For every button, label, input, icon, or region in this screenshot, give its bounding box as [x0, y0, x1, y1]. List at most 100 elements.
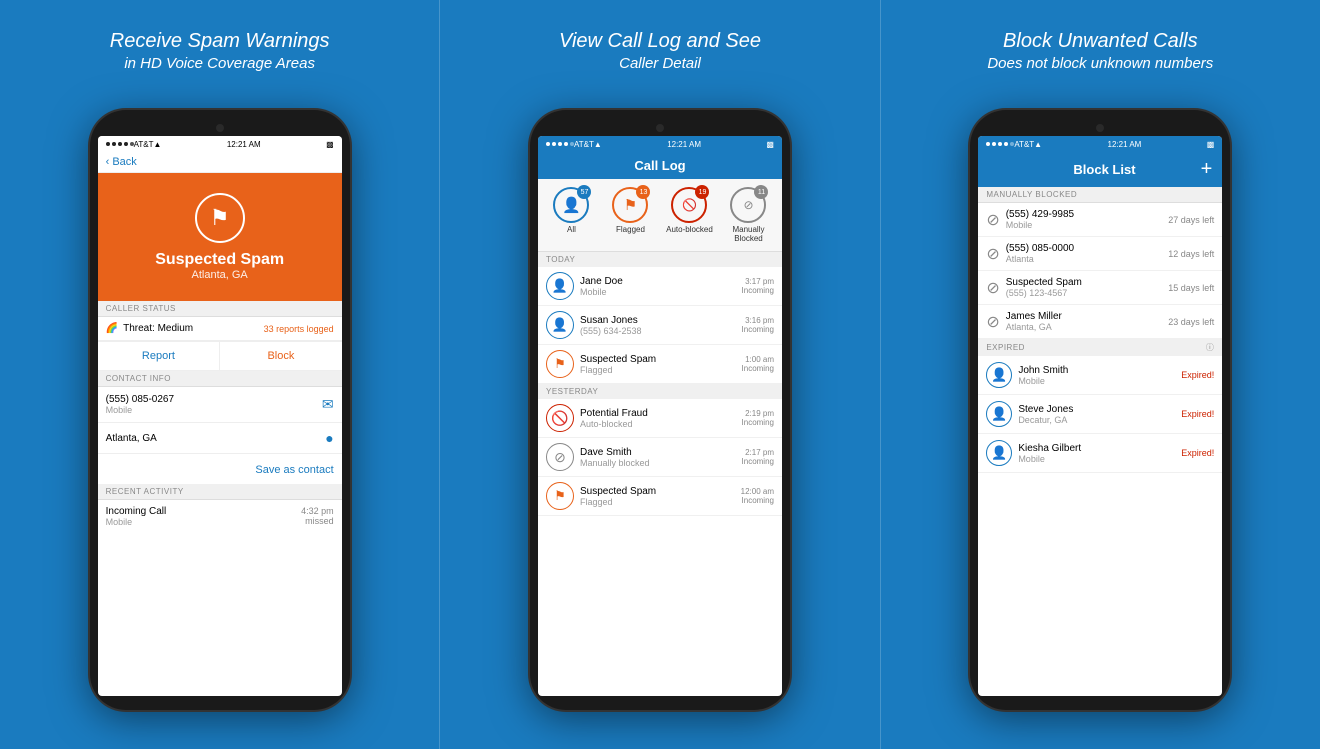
call-jane-doe[interactable]: 👤 Jane Doe Mobile 3:17 pm Incoming — [538, 267, 782, 306]
avatar-john: 👤 — [986, 362, 1012, 388]
filter-autoblocked[interactable]: 🚫 19 Auto-blocked — [660, 187, 719, 243]
yesterday-label: YESTERDAY — [538, 384, 782, 399]
call-name-spam-today: Suspected Spam — [580, 354, 736, 365]
phone-screen-3: AT&T ▲ 12:21 AM ▩ Block List + MANUALLY … — [978, 136, 1222, 696]
recent-call-time: 4:32 pm — [301, 506, 334, 516]
message-icon[interactable]: ✉ — [322, 396, 334, 413]
threat-row: 🌈 Threat: Medium 33 reports logged — [98, 317, 342, 341]
panel-3-title: Block Unwanted Calls Does not block unkn… — [987, 28, 1213, 88]
expired-sub-john: Mobile — [1018, 376, 1175, 386]
block-slash-icon-1: ⊘ — [986, 244, 999, 264]
block-row-0[interactable]: ⊘ (555) 429-9985 Mobile 27 days left — [978, 203, 1222, 237]
block-sub-0: Mobile — [1006, 220, 1163, 230]
spam-location: Atlanta, GA — [192, 269, 248, 281]
block-list-title: Block List — [1073, 162, 1135, 177]
block-days-1: 12 days left — [1168, 249, 1214, 259]
add-block-button[interactable]: + — [1201, 158, 1213, 181]
call-potential-fraud[interactable]: 🚫 Potential Fraud Auto-blocked 2:19 pm I… — [538, 399, 782, 438]
panel-2-title: View Call Log and See Caller Detail — [559, 28, 761, 88]
battery-1: ▩ — [326, 140, 334, 149]
filter-flagged-label: Flagged — [616, 225, 645, 234]
expired-info-icon: ⓘ — [1206, 342, 1215, 353]
phone-type: Mobile — [106, 405, 174, 415]
expired-steve-jones[interactable]: 👤 Steve Jones Decatur, GA Expired! — [978, 395, 1222, 434]
call-person-icon: 👤 — [546, 272, 574, 300]
save-contact-link[interactable]: Save as contact — [255, 464, 333, 476]
expired-sub-kiesha: Mobile — [1018, 454, 1175, 464]
phone-camera-2 — [656, 124, 664, 132]
avatar-kiesha: 👤 — [986, 440, 1012, 466]
block-days-3: 23 days left — [1168, 317, 1214, 327]
phone-frame-3: AT&T ▲ 12:21 AM ▩ Block List + MANUALLY … — [970, 110, 1230, 710]
call-susan-jones[interactable]: 👤 Susan Jones (555) 634-2538 3:16 pm Inc… — [538, 306, 782, 345]
call-time-spam-today: 1:00 am Incoming — [742, 355, 774, 373]
panel-block-list: Block Unwanted Calls Does not block unkn… — [881, 0, 1320, 749]
recent-call-phone-type: Mobile — [106, 517, 167, 527]
time-1: 12:21 AM — [227, 140, 261, 149]
filter-all-label: All — [567, 225, 576, 234]
expired-status-john: Expired! — [1181, 370, 1214, 380]
expired-kiesha-gilbert[interactable]: 👤 Kiesha Gilbert Mobile Expired! — [978, 434, 1222, 473]
phone-number-row: (555) 085-0267 Mobile ✉ — [98, 387, 342, 423]
manually-blocked-label: MANUALLY BLOCKED — [978, 187, 1222, 203]
filter-manual[interactable]: ⊘ 11 Manually Blocked — [719, 187, 778, 243]
block-name-1: (555) 085-0000 — [1006, 243, 1163, 254]
signal-dots-2 — [546, 142, 574, 146]
expired-info-john: John Smith Mobile — [1018, 365, 1175, 386]
call-spam-today[interactable]: ⚑ Suspected Spam Flagged 1:00 am Incomin… — [538, 345, 782, 384]
call-spam-yesterday[interactable]: ⚑ Suspected Spam Flagged 12:00 am Incomi… — [538, 477, 782, 516]
call-time-dave: 2:17 pm Incoming — [742, 448, 774, 466]
expired-name-john: John Smith — [1018, 365, 1175, 376]
block-slash-icon-3: ⊘ — [986, 312, 999, 332]
block-row-2[interactable]: ⊘ Suspected Spam (555) 123-4567 15 days … — [978, 271, 1222, 305]
call-sub-fraud: Auto-blocked — [580, 419, 736, 429]
threat-icon: 🌈 — [106, 323, 118, 334]
signal-dots — [106, 142, 134, 146]
expired-info-kiesha: Kiesha Gilbert Mobile — [1018, 443, 1175, 464]
block-name-3: James Miller — [1006, 311, 1163, 322]
phone-number: (555) 085-0267 — [106, 394, 174, 405]
status-bar-3: AT&T ▲ 12:21 AM ▩ — [978, 136, 1222, 152]
panel-1-title: Receive Spam Warnings in HD Voice Covera… — [110, 28, 330, 88]
expired-john-smith[interactable]: 👤 John Smith Mobile Expired! — [978, 356, 1222, 395]
block-row-1[interactable]: ⊘ (555) 085-0000 Atlanta 12 days left — [978, 237, 1222, 271]
expired-status-steve: Expired! — [1181, 409, 1214, 419]
filter-flagged[interactable]: ⚑ 13 Flagged — [601, 187, 660, 243]
block-slash-icon-2: ⊘ — [986, 278, 999, 298]
caller-status-label: CALLER STATUS — [98, 301, 342, 317]
block-sub-3: Atlanta, GA — [1006, 322, 1163, 332]
call-sub-susan: (555) 634-2538 — [580, 326, 736, 336]
call-time-susan: 3:16 pm Incoming — [742, 316, 774, 334]
location-row: Atlanta, GA ● — [98, 423, 342, 454]
location-icon: ● — [325, 430, 333, 446]
block-button[interactable]: Block — [220, 342, 342, 370]
expired-status-kiesha: Expired! — [1181, 448, 1214, 458]
call-flag-icon: ⚑ — [546, 350, 574, 378]
call-log-nav-title: Call Log — [538, 152, 782, 179]
block-list-nav: Block List + — [978, 152, 1222, 187]
recent-call-row: Incoming Call Mobile 4:32 pm missed — [98, 500, 342, 533]
report-button[interactable]: Report — [98, 342, 221, 370]
action-buttons: Report Block — [98, 341, 342, 371]
today-label: TODAY — [538, 252, 782, 267]
battery-3: ▩ — [1207, 140, 1215, 149]
call-name-spam-yest: Suspected Spam — [580, 486, 735, 497]
call-dave-smith[interactable]: ⊘ Dave Smith Manually blocked 2:17 pm In… — [538, 438, 782, 477]
block-info-0: (555) 429-9985 Mobile — [1006, 209, 1163, 230]
reports-count: 33 reports logged — [264, 324, 334, 334]
call-person-icon-2: 👤 — [546, 311, 574, 339]
filter-flagged-icon: ⚑ 13 — [612, 187, 648, 223]
block-name-2: Suspected Spam — [1006, 277, 1163, 288]
call-time-fraud: 2:19 pm Incoming — [742, 409, 774, 427]
filter-manual-icon: ⊘ 11 — [730, 187, 766, 223]
call-info-dave: Dave Smith Manually blocked — [580, 447, 736, 468]
recent-activity-label: RECENT ACTIVITY — [98, 484, 342, 500]
spam-flag-icon: ⚑ — [195, 193, 245, 243]
phone-camera-3 — [1096, 124, 1104, 132]
block-row-3[interactable]: ⊘ James Miller Atlanta, GA 23 days left — [978, 305, 1222, 339]
signal-dots-3 — [986, 142, 1014, 146]
nav-back-button[interactable]: ‹ Back — [98, 152, 342, 173]
filter-all[interactable]: 👤 57 All — [542, 187, 601, 243]
panel-spam-warning: Receive Spam Warnings in HD Voice Covera… — [0, 0, 439, 749]
block-name-0: (555) 429-9985 — [1006, 209, 1163, 220]
